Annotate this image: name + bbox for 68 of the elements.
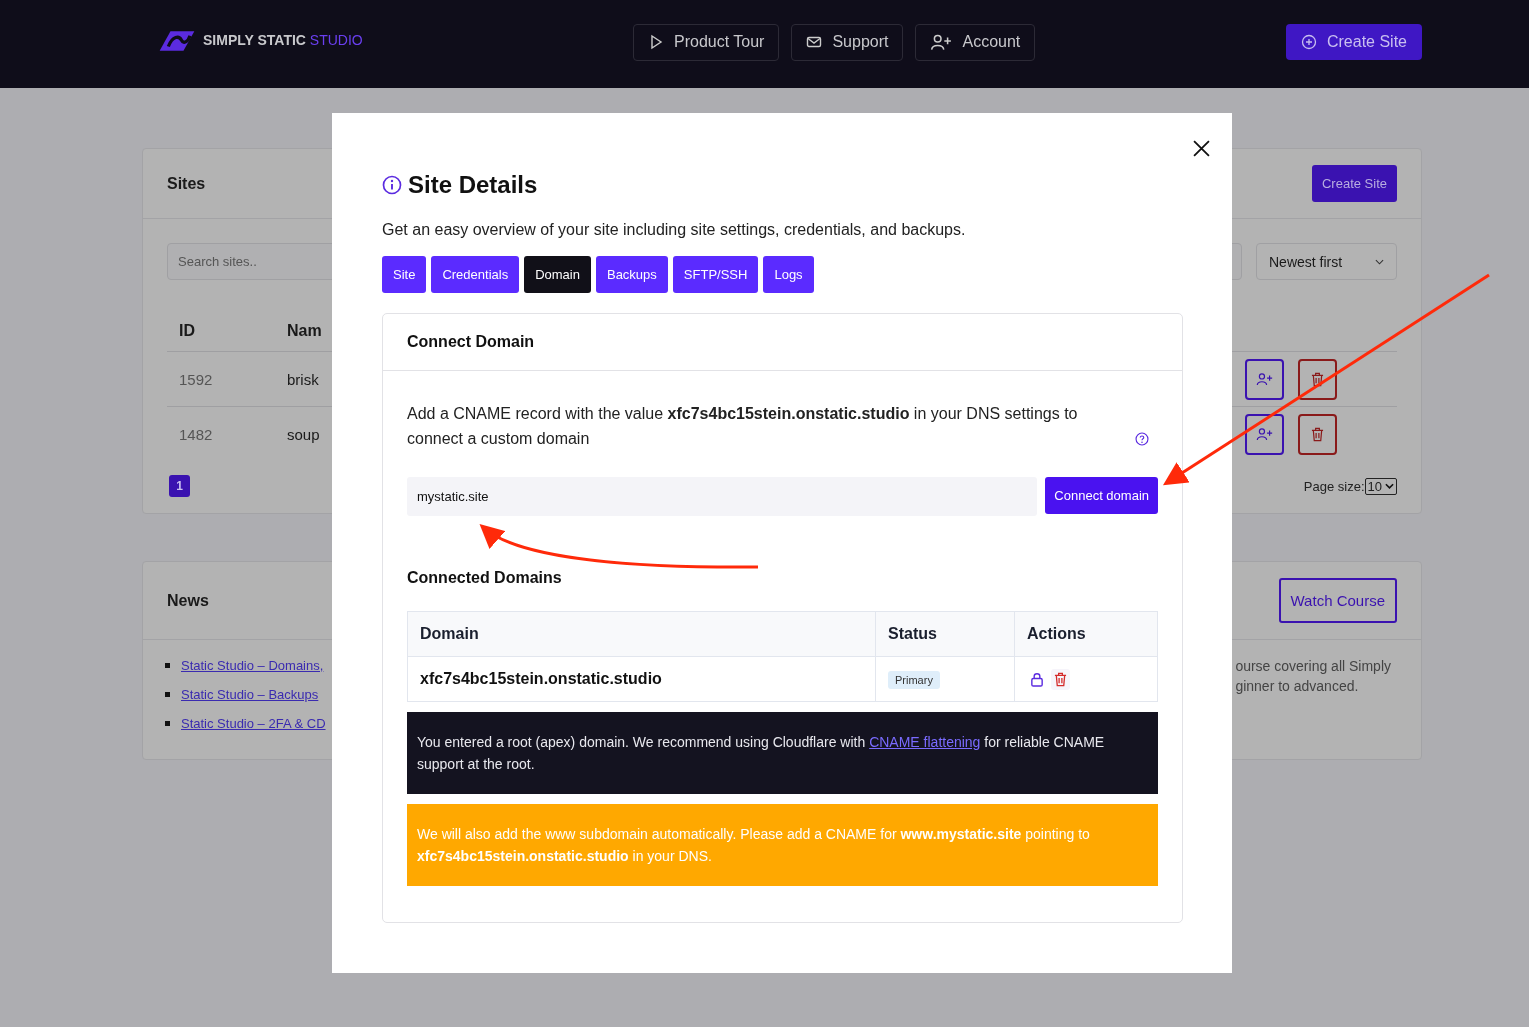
tab[interactable]: Logs <box>763 256 814 293</box>
modal-description: Get an easy overview of your site including site settings, credentials, and backups. <box>382 221 967 239</box>
user-plus-icon <box>1256 372 1273 386</box>
table-cell: soup <box>287 425 320 443</box>
domain-input[interactable]: mystatic.site <box>407 477 1038 516</box>
plus-circle-icon <box>1300 34 1317 50</box>
user-plus-icon <box>1256 427 1273 441</box>
page-size-label: Page size: <box>1303 478 1365 494</box>
column-header: Nam <box>287 322 322 340</box>
column-header: Domain <box>407 611 876 657</box>
nav-button[interactable]: Support <box>791 23 904 61</box>
logo-text: SIMPLY STATIC STUDIO <box>203 32 363 48</box>
modal-title: Site Details <box>408 171 538 199</box>
column-header: Actions <box>1014 611 1158 657</box>
bullet-icon <box>165 721 170 726</box>
table-cell-text: 1592 <box>178 370 214 388</box>
create-site-button[interactable]: Create Site <box>1311 165 1397 202</box>
notice-text: You entered a root (apex) domain. We recommend using Cloudflare with CNAME flattening for reliable CNAME support at the root. <box>417 733 1106 774</box>
lock-icon <box>1030 671 1044 687</box>
chevron-down-icon <box>1375 258 1384 265</box>
news-link[interactable]: Static Studio – Backups <box>181 687 319 702</box>
status-badge: Primary <box>888 671 940 689</box>
chevron-down-icon <box>1385 483 1394 489</box>
close-icon <box>1193 140 1210 157</box>
user-plus-icon <box>930 33 953 51</box>
notice-text: We will also add the www subdomain automatically. Please add a CNAME for www.mystatic.site pointing to xfc7s4bc15stein.onstatic.studio in your DNS. <box>417 825 1091 866</box>
nav-button[interactable]: Account <box>915 23 1036 61</box>
news-link[interactable]: Static Studio – Domains, <box>181 658 324 673</box>
section-title: Connected Domains <box>407 569 563 587</box>
card-title: Sites <box>167 174 206 193</box>
instruction-text: Add a CNAME record with the value xfc7s4bc15stein.onstatic.studio in your DNS settings to connect a custom domain <box>407 404 1079 449</box>
delete-button[interactable] <box>1298 413 1337 455</box>
course-description: ourse covering all Simply <box>1235 658 1391 674</box>
tab[interactable]: Backups <box>595 256 668 293</box>
watch-course-button[interactable]: Watch Course <box>1278 578 1397 623</box>
sort-dropdown[interactable]: Newest first <box>1256 243 1397 280</box>
news-link[interactable]: Static Studio – 2FA & CD <box>181 716 326 731</box>
add-user-button[interactable] <box>1245 413 1284 455</box>
column-header: ID <box>178 322 196 340</box>
trash-icon <box>1311 371 1324 387</box>
help-icon <box>1135 432 1149 446</box>
tab[interactable]: Site <box>382 256 427 293</box>
delete-button[interactable] <box>1298 358 1337 400</box>
add-user-button[interactable] <box>1245 358 1284 400</box>
trash-icon <box>1311 426 1324 442</box>
panel-title: Connect Domain <box>407 333 535 351</box>
table-cell: brisk <box>287 370 319 388</box>
info-icon <box>382 175 402 195</box>
bullet-icon <box>165 692 170 697</box>
notice-link[interactable]: CNAME flattening <box>869 734 981 750</box>
delete-button[interactable] <box>1051 668 1070 690</box>
tab[interactable]: Domain <box>524 256 591 293</box>
column-header: Status <box>875 611 1015 657</box>
page-size-select[interactable]: 10 <box>1364 477 1397 495</box>
card-title: News <box>167 591 209 610</box>
mail-icon <box>806 34 823 50</box>
connect-domain-button[interactable]: Connect domain <box>1045 477 1158 514</box>
course-description: ginner to advanced. <box>1235 678 1360 694</box>
bullet-icon <box>165 663 170 668</box>
tab[interactable]: SFTP/SSH <box>672 256 759 293</box>
table-cell: xfc7s4bc15stein.onstatic.studio <box>407 656 876 702</box>
create-site-button[interactable]: Create Site <box>1285 24 1422 60</box>
page-button[interactable]: 1 <box>169 475 190 497</box>
play-icon <box>648 34 664 50</box>
trash-icon <box>1054 671 1067 687</box>
tab[interactable]: Credentials <box>431 256 520 293</box>
nav-button[interactable]: Product Tour <box>633 23 780 61</box>
table-cell-text: 1482 <box>178 425 214 443</box>
